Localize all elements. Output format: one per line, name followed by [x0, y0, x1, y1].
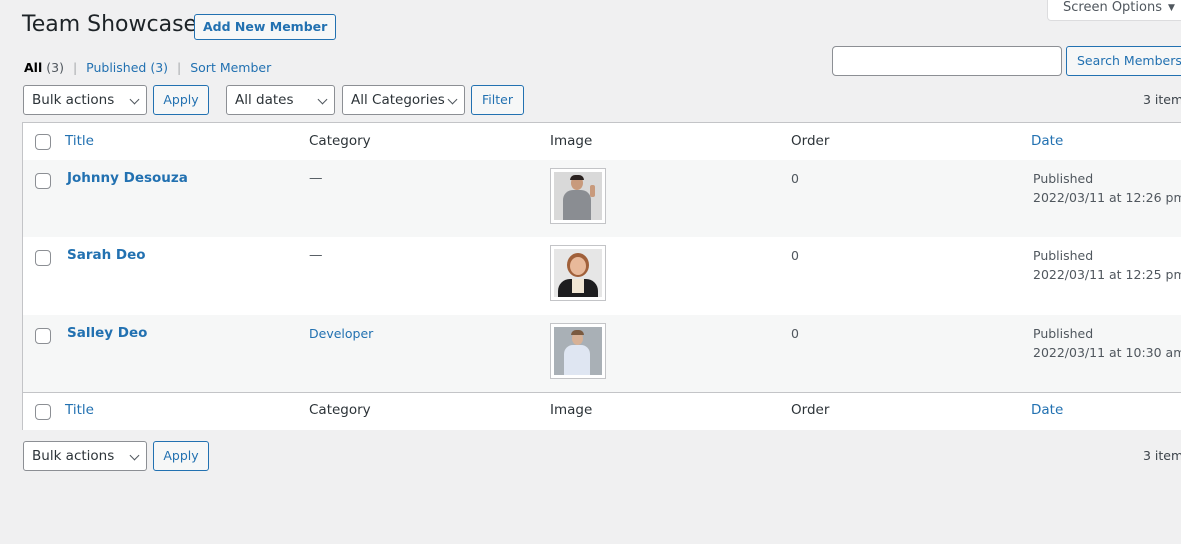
member-category: — — [309, 247, 323, 263]
page-title: Team Showcase — [22, 12, 198, 37]
view-filters: All (3) | Published (3) | Sort Member — [24, 60, 271, 75]
column-image-footer: Image — [550, 402, 593, 418]
member-image[interactable] — [550, 168, 606, 224]
table-row: Sarah Deo — 0 Published 2022/03/11 at 12… — [23, 237, 1181, 314]
woman-blazer-photo — [554, 249, 602, 297]
row-checkbox[interactable] — [35, 328, 51, 344]
add-new-member-button[interactable]: Add New Member — [194, 14, 337, 40]
post-status: Published — [1033, 248, 1094, 263]
screen-options-button[interactable]: Screen Options ▼ — [1047, 0, 1181, 21]
chevron-down-icon — [129, 94, 140, 105]
column-date-sort-footer[interactable]: Date — [1031, 402, 1063, 418]
row-checkbox[interactable] — [35, 250, 51, 266]
view-sort-member-link[interactable]: Sort Member — [190, 60, 271, 75]
chevron-down-icon — [447, 94, 458, 105]
apply-button-bottom[interactable]: Apply — [153, 441, 209, 471]
members-table: Title Category Image Order Date Johnny D… — [22, 122, 1181, 430]
post-status: Published — [1033, 171, 1094, 186]
column-title-sort[interactable]: Title — [65, 133, 94, 149]
column-order: Order — [791, 133, 830, 149]
woman-office-photo — [554, 327, 602, 375]
column-title-sort-footer[interactable]: Title — [65, 402, 94, 418]
member-category: — — [309, 170, 323, 186]
member-title-link[interactable]: Salley Deo — [67, 325, 147, 341]
member-title-link[interactable]: Sarah Deo — [67, 247, 146, 263]
bulk-actions-value: Bulk actions — [32, 448, 115, 464]
view-published-link[interactable]: Published (3) — [86, 60, 168, 75]
select-all-checkbox-footer[interactable] — [35, 404, 51, 420]
post-date: 2022/03/11 at 12:25 pm — [1033, 267, 1181, 282]
row-checkbox[interactable] — [35, 173, 51, 189]
column-category: Category — [309, 133, 371, 149]
column-category-footer: Category — [309, 402, 371, 418]
chevron-down-icon — [129, 450, 140, 461]
member-category-link[interactable]: Developer — [309, 326, 373, 341]
post-status: Published — [1033, 326, 1094, 341]
member-image[interactable] — [550, 323, 606, 379]
member-date: Published 2022/03/11 at 12:25 pm — [1033, 246, 1181, 284]
filter-button[interactable]: Filter — [471, 85, 524, 115]
table-row: Salley Deo Developer 0 Published 2022/03… — [23, 315, 1181, 392]
dates-filter-select[interactable]: All dates — [226, 85, 335, 115]
view-published-label: Published — [86, 60, 147, 75]
member-order: 0 — [791, 326, 799, 341]
chevron-down-icon — [317, 94, 328, 105]
table-header: Title Category Image Order Date — [23, 123, 1181, 161]
apply-button[interactable]: Apply — [153, 85, 209, 115]
search-input[interactable] — [832, 46, 1062, 76]
table-footer: Title Category Image Order Date — [23, 392, 1181, 430]
member-date: Published 2022/03/11 at 12:26 pm — [1033, 169, 1181, 207]
dates-filter-value: All dates — [235, 92, 294, 108]
member-image[interactable] — [550, 245, 606, 301]
bulk-actions-select-bottom[interactable]: Bulk actions — [23, 441, 147, 471]
view-all-link[interactable]: All — [24, 60, 42, 75]
post-date: 2022/03/11 at 12:26 pm — [1033, 190, 1181, 205]
member-order: 0 — [791, 171, 799, 186]
select-all-checkbox[interactable] — [35, 134, 51, 150]
triangle-down-icon: ▼ — [1168, 2, 1175, 13]
column-order-footer: Order — [791, 402, 830, 418]
separator: | — [177, 60, 182, 75]
member-order: 0 — [791, 248, 799, 263]
view-published-count: (3) — [150, 60, 169, 75]
column-image: Image — [550, 133, 593, 149]
categories-filter-select[interactable]: All Categories — [342, 85, 465, 115]
items-count: 3 items — [1143, 92, 1181, 107]
separator: | — [72, 60, 78, 75]
view-all-count: (3) — [46, 60, 64, 75]
post-date: 2022/03/11 at 10:30 am — [1033, 345, 1181, 360]
items-count-bottom: 3 items — [1143, 448, 1181, 463]
member-date: Published 2022/03/11 at 10:30 am — [1033, 324, 1181, 362]
table-row: Johnny Desouza — 0 Published 2022/03/11 … — [23, 160, 1181, 237]
bulk-actions-value: Bulk actions — [32, 92, 115, 108]
member-title-link[interactable]: Johnny Desouza — [67, 170, 188, 186]
column-date-sort[interactable]: Date — [1031, 133, 1063, 149]
search-members-button[interactable]: Search Members — [1066, 46, 1181, 76]
categories-filter-value: All Categories — [351, 92, 445, 108]
view-all-label: All — [24, 60, 43, 75]
man-thumbs-up-photo — [554, 172, 602, 220]
bulk-actions-select[interactable]: Bulk actions — [23, 85, 147, 115]
screen-options-label: Screen Options — [1063, 0, 1162, 15]
